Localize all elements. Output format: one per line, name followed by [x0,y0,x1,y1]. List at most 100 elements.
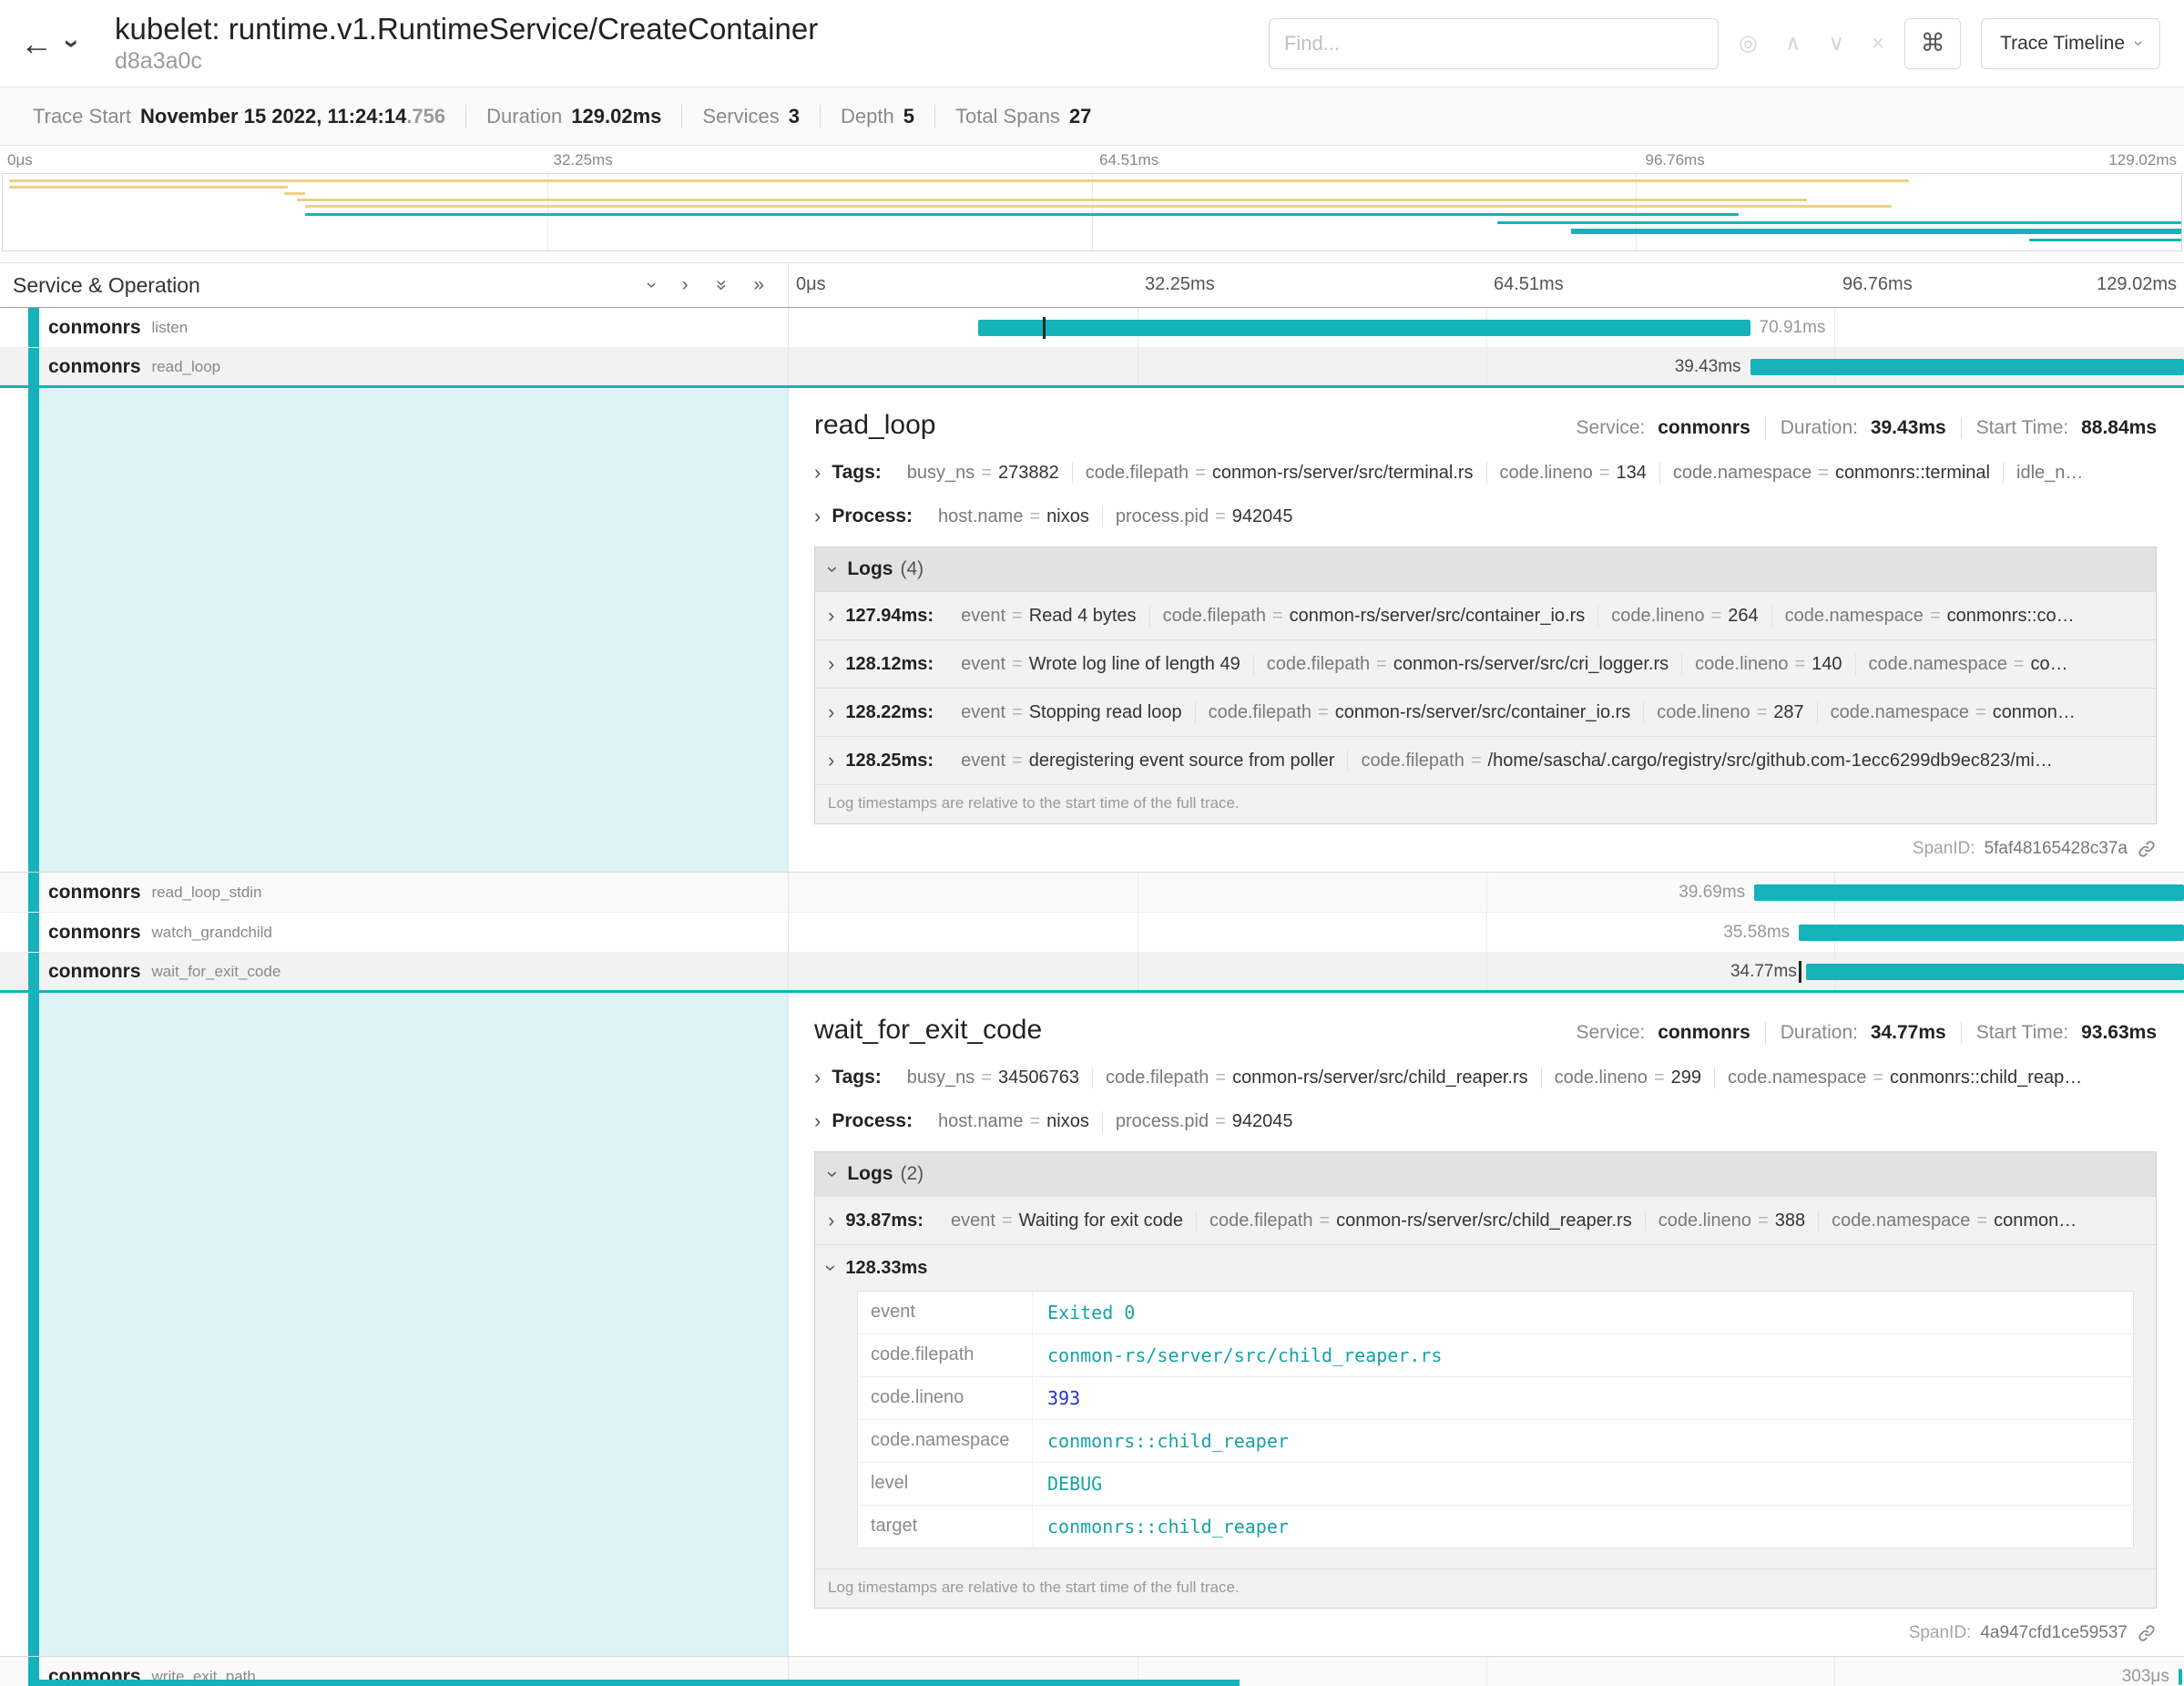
table-row: code.filepath conmon-rs/server/src/child… [858,1334,2133,1377]
log-field-value: conmon… [1993,702,2076,722]
equals-sign: = [2014,654,2025,674]
logs-header[interactable]: › Logs (2) [815,1152,2156,1196]
chevron-right-icon: › [828,1209,834,1232]
tag-value: conmon-rs/server/src/child_reaper.rs [1232,1068,1528,1088]
clear-search-icon[interactable]: × [1872,31,1884,56]
expand-one-icon[interactable]: › [682,274,689,296]
service-color-strip [28,953,39,990]
process-row[interactable]: › Process: host.name=nixos process.pid=9… [814,1109,2157,1133]
span-bar[interactable] [1806,964,2184,980]
next-result-icon[interactable]: ∨ [1828,30,1844,56]
equals-sign: = [1002,1211,1013,1231]
page-title: kubelet: runtime.v1.RuntimeService/Creat… [115,12,818,46]
table-key: level [858,1463,1033,1505]
log-timestamp: 128.12ms: [845,654,934,675]
tags-row[interactable]: › Tags: busy_ns=273882 code.filepath=con… [814,461,2157,485]
collapse-one-icon[interactable]: › [648,274,655,296]
tags-row[interactable]: › Tags: busy_ns=34506763 code.filepath=c… [814,1066,2157,1089]
tag-value: conmonrs::child_reap… [1890,1068,2082,1088]
focus-result-icon[interactable]: ◎ [1739,30,1758,56]
equals-sign: = [1376,654,1387,674]
minimap-canvas[interactable] [2,173,2182,251]
minimap-span-line [305,205,1891,208]
log-entry[interactable]: › 128.25ms: event=deregistering event so… [815,736,2156,784]
log-field-value: conmon-rs/server/src/cri_logger.rs [1393,654,1669,674]
span-id-value: 5faf48165428c37a [1985,839,2128,859]
link-icon[interactable] [2137,1623,2157,1643]
span-bar[interactable] [978,320,1750,336]
chevron-down-icon: › [830,1162,836,1186]
span-detail-wait-for-exit-code: wait_for_exit_code Service: conmonrs Dur… [0,993,2184,1657]
log-field-key: event [961,702,1005,722]
detail-meta-value: conmonrs [1658,417,1750,438]
minimap-tick-label: 64.51ms [1099,151,1158,169]
tags-title: Tags: [832,462,881,484]
log-field-value: 287 [1773,702,1803,722]
service-color-strip [28,873,39,912]
collapse-all-icon[interactable]: » [716,274,727,296]
service-name: conmonrs [48,317,141,339]
span-name-cell[interactable]: conmonrs read_loop [0,348,789,385]
summary-value: November 15 2022, 11:24:14 [140,105,406,128]
detail-meta-item: Service: conmonrs [1562,1022,1765,1044]
tag-chip: code.namespace=conmonrs::child_reap… [1714,1068,2095,1088]
span-name-cell[interactable]: conmonrs wait_for_exit_code [0,953,789,990]
table-row: event Exited 0 [858,1292,2133,1334]
detail-left-fill [28,388,788,872]
string-value: Exited 0 [1047,1302,1135,1323]
span-name-cell[interactable]: conmonrs watch_grandchild [0,913,789,952]
log-field-value: /home/sascha/.cargo/registry/src/github.… [1488,751,2053,771]
log-timestamp: 128.33ms [845,1258,927,1279]
detail-header: wait_for_exit_code Service: conmonrs Dur… [814,1015,2157,1046]
log-field-chip: event=Wrote log line of length 49 [948,654,1253,675]
previous-result-icon[interactable]: ∧ [1785,30,1801,56]
expand-all-icon[interactable]: » [753,274,764,296]
span-name-cell[interactable]: conmonrs listen [0,308,789,347]
log-field-key: code.namespace [1869,654,2007,674]
log-entry[interactable]: › 128.12ms: event=Wrote log line of leng… [815,639,2156,688]
equals-sign: = [1599,463,1610,483]
span-bar[interactable] [1750,359,2184,375]
tag-key: code.namespace [1673,463,1811,483]
logs-header[interactable]: › Logs (4) [815,547,2156,591]
log-expanded-header[interactable]: › 128.33ms [828,1256,2143,1280]
summary-label: Depth [841,105,894,128]
tag-chip: code.lineno=134 [1486,463,1659,484]
log-entry[interactable]: › 127.94ms: event=Read 4 bytes code.file… [815,591,2156,639]
chevron-right-icon: › [828,652,834,676]
service-color-strip [28,308,39,347]
keyboard-shortcuts-button[interactable]: ⌘ [1904,18,1961,69]
log-field-chip: code.namespace=conmonrs::co… [1771,606,2087,627]
log-field-key: event [961,606,1005,626]
timeline-header: Service & Operation › › » » 0μs32.25ms64… [0,262,2184,308]
tag-value: conmon-rs/server/src/terminal.rs [1212,463,1474,483]
log-field-chip: code.filepath=conmon-rs/server/src/conta… [1195,702,1644,723]
span-name-cell[interactable]: conmonrs read_loop_stdin [0,873,789,912]
log-field-value: Wrote log line of length 49 [1029,654,1240,674]
log-field-value: Stopping read loop [1029,702,1182,722]
span-bar[interactable] [1799,925,2184,941]
process-row[interactable]: › Process: host.name=nixos process.pid=9… [814,505,2157,528]
log-entry[interactable]: › 93.87ms: event=Waiting for exit code c… [815,1196,2156,1244]
log-marker [1799,961,1801,983]
trace-id: d8a3a0c [115,48,818,75]
service-name: conmonrs [48,356,141,378]
log-field-key: event [961,751,1005,771]
log-field-key: code.lineno [1695,654,1788,674]
span-bar[interactable] [2179,1669,2183,1685]
table-key: target [858,1506,1033,1548]
trace-view-selector[interactable]: Trace Timeline › [1981,18,2160,69]
log-field-value: 140 [1811,654,1842,674]
log-entry[interactable]: › 128.22ms: event=Stopping read loop cod… [815,688,2156,736]
link-icon[interactable] [2137,839,2157,859]
equals-sign: = [1654,1068,1665,1088]
process-key: host.name [938,506,1023,526]
log-timestamp: 128.25ms: [845,751,934,771]
log-fields: event=Read 4 bytes code.filepath=conmon-… [948,606,2087,627]
tags-chips: busy_ns=34506763 code.filepath=conmon-rs… [894,1068,2095,1088]
find-input[interactable] [1269,18,1719,69]
span-bar[interactable] [1754,884,2184,901]
log-field-key: code.namespace [1831,702,1969,722]
collapse-trace-header-icon[interactable]: › [67,28,109,59]
process-key: process.pid [1116,1111,1209,1131]
